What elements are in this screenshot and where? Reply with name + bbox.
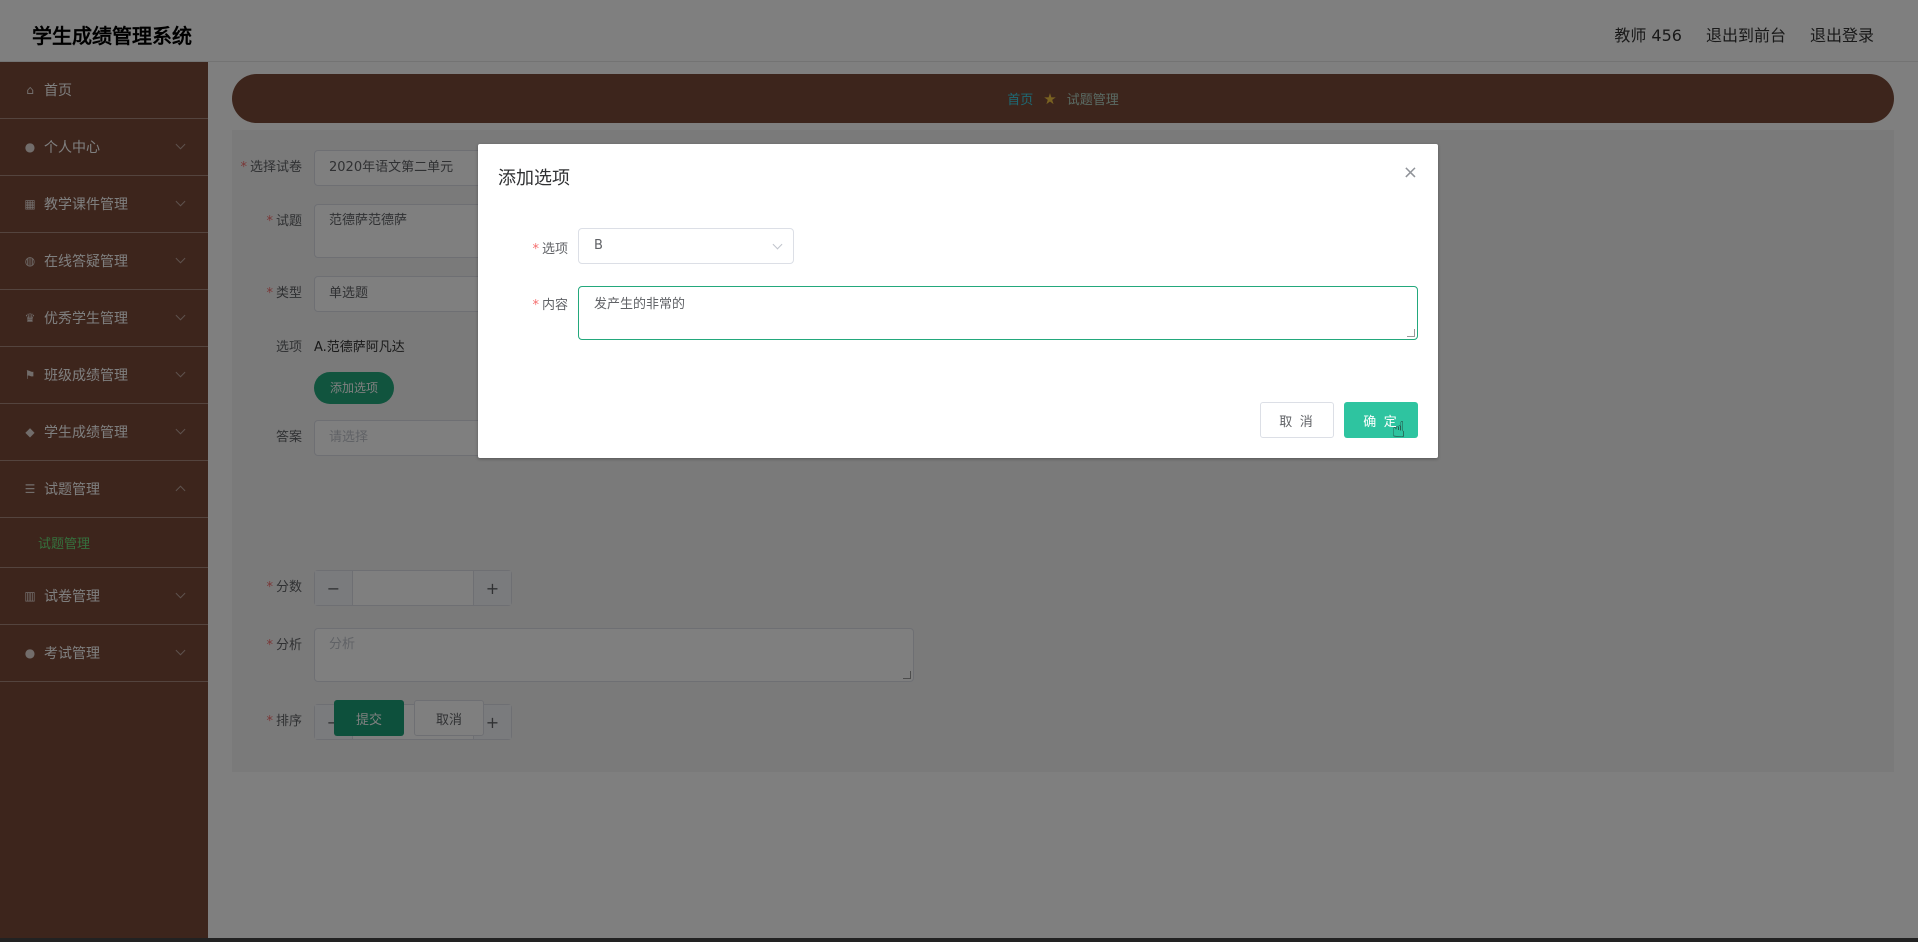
dialog-title: 添加选项	[498, 168, 570, 189]
option-label: * 选项	[532, 242, 568, 257]
modal-overlay[interactable]	[0, 0, 1918, 942]
content-textarea[interactable]: 发产生的非常的	[578, 286, 1418, 340]
dialog-cancel-button[interactable]: 取 消	[1260, 402, 1334, 438]
chevron-down-icon	[772, 239, 783, 250]
content-label: * 内容	[532, 298, 568, 313]
resize-grip-icon[interactable]	[1407, 329, 1415, 337]
bottom-strip	[0, 938, 1918, 942]
close-icon[interactable]: ×	[1403, 162, 1418, 183]
option-select[interactable]: B	[578, 228, 794, 264]
add-option-dialog: 添加选项 × * 选项 B * 内容 发产生的非常的 取 消 确 定	[478, 144, 1438, 458]
dialog-confirm-button[interactable]: 确 定	[1344, 402, 1418, 438]
